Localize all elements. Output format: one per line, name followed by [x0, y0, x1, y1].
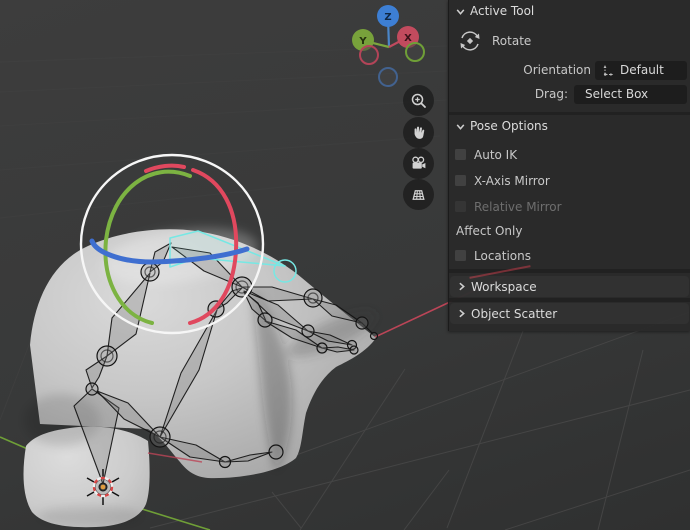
pose-options-panel-title: Pose Options [470, 119, 548, 133]
relative-mirror-row: Relative Mirror [449, 199, 690, 214]
orientation-label: Orientation [523, 63, 591, 77]
x-axis-mirror-checkbox[interactable] [454, 174, 467, 187]
grid-perspective-icon [412, 190, 425, 200]
nav-axis-neg-x-ball[interactable] [359, 45, 379, 65]
tool-sidebar: Active Tool Rotate Orientation Default D… [448, 0, 690, 331]
projection-toggle-button[interactable] [403, 179, 434, 210]
workspace-panel-title: Workspace [471, 279, 537, 294]
orientation-value: Default [620, 63, 664, 77]
drag-value: Select Box [585, 87, 649, 101]
y-axis-line-left [0, 436, 31, 451]
object-scatter-panel-title: Object Scatter [471, 306, 558, 321]
object-scatter-panel-header[interactable]: Object Scatter [450, 303, 689, 324]
active-tool-panel-header[interactable]: Active Tool [449, 2, 690, 20]
affect-only-row: Affect Only [449, 223, 690, 238]
y-axis-label: Y [358, 36, 367, 47]
active-tool-name: Rotate [492, 34, 532, 48]
chevron-down-icon [456, 8, 465, 15]
zoom-button[interactable] [403, 85, 434, 116]
z-axis-label: Z [384, 12, 391, 23]
relative-mirror-label: Relative Mirror [474, 199, 562, 214]
relative-mirror-checkbox [454, 200, 467, 213]
locations-checkbox[interactable] [454, 249, 467, 262]
blender-window: Z Y X Active Tool Rotate Orientation Def… [0, 0, 690, 530]
drag-label: Drag: [534, 87, 568, 101]
workspace-panel-header[interactable]: Workspace [450, 276, 689, 297]
panel-separator [449, 112, 690, 115]
chevron-right-icon [459, 309, 465, 318]
rotate-icon [460, 31, 480, 51]
orientation-dropdown[interactable]: Default [595, 60, 687, 80]
camera-icon [412, 156, 426, 169]
orientation-gizmo-icon [603, 64, 614, 76]
affect-only-label: Affect Only [456, 223, 523, 238]
camera-view-button[interactable] [403, 148, 434, 179]
chevron-right-icon [459, 282, 465, 291]
auto-ik-row: Auto IK [449, 147, 690, 162]
auto-ik-checkbox[interactable] [454, 148, 467, 161]
pose-options-panel-header[interactable]: Pose Options [449, 117, 690, 135]
locations-row: Locations [449, 248, 690, 263]
active-tool-panel-title: Active Tool [470, 4, 535, 18]
active-tool-row[interactable]: Rotate [449, 28, 690, 54]
drag-dropdown[interactable]: Select Box [574, 84, 687, 104]
chevron-down-icon [456, 123, 465, 130]
magnifier-plus-icon [411, 93, 426, 108]
orientation-row: Orientation Default [449, 60, 690, 80]
x-axis-mirror-label: X-Axis Mirror [474, 173, 550, 188]
x-axis-label: X [404, 33, 412, 44]
auto-ik-label: Auto IK [474, 147, 518, 162]
panel-separator [449, 269, 690, 273]
panel-separator [449, 298, 690, 302]
nav-axis-z-ball[interactable]: Z [377, 5, 399, 27]
drag-row: Drag: Select Box [449, 84, 690, 104]
locations-label: Locations [474, 248, 532, 263]
x-axis-line [372, 300, 453, 339]
nav-gizmo[interactable]: Z Y X [352, 5, 425, 87]
hand-icon [414, 126, 425, 139]
x-axis-mirror-row: X-Axis Mirror [449, 173, 690, 188]
nav-axis-neg-y-ball[interactable] [405, 42, 425, 62]
nav-axis-neg-z-ball[interactable] [378, 67, 398, 87]
pan-button[interactable] [403, 117, 434, 148]
